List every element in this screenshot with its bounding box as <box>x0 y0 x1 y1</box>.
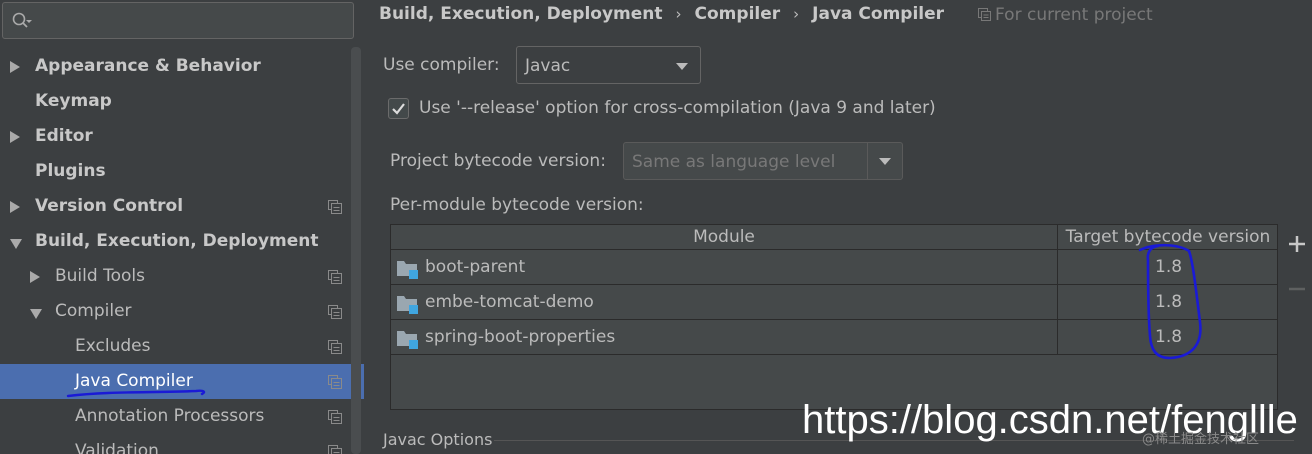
sidebar-item-validation[interactable]: Validation <box>0 434 364 454</box>
sidebar-item-label: Excludes <box>75 336 151 356</box>
expand-arrow-icon[interactable] <box>10 201 20 213</box>
project-scope-icon <box>978 8 991 21</box>
module-bytecode-table: Module Target bytecode version boot-pare… <box>390 224 1278 410</box>
watermark-caption: @稀土掘金技术社区 <box>1142 432 1260 447</box>
per-module-bytecode-label: Per-module bytecode version: <box>390 195 644 215</box>
project-scope-icon <box>328 445 342 454</box>
compiler-select[interactable]: Javac <box>516 46 701 84</box>
sidebar-item-editor[interactable]: Editor <box>0 119 364 154</box>
settings-sidebar: Appearance & Behavior Keymap Editor Plugins… <box>0 0 364 454</box>
use-compiler-label: Use compiler: <box>383 55 500 75</box>
sidebar-item-compiler[interactable]: Compiler <box>0 294 364 329</box>
sidebar-item-annotation-processors[interactable]: Annotation Processors <box>0 399 364 434</box>
sidebar-item-label: Java Compiler <box>75 371 193 391</box>
sidebar-item-label: Plugins <box>35 161 106 181</box>
add-icon[interactable] <box>1287 234 1307 254</box>
project-scope-icon <box>328 340 342 354</box>
sidebar-item-label: Version Control <box>35 196 184 216</box>
release-option-checkbox[interactable] <box>388 98 409 119</box>
settings-search-input[interactable] <box>2 2 354 39</box>
sidebar-item-build-execution-deployment[interactable]: Build, Execution, Deployment <box>0 224 364 259</box>
breadcrumb-item-build: Build, Execution, Deployment <box>379 4 663 24</box>
collapse-arrow-icon[interactable] <box>30 309 42 319</box>
module-name: boot-parent <box>425 257 526 277</box>
breadcrumb-item-compiler: Compiler <box>694 4 781 24</box>
target-version-value: 1.8 <box>1155 327 1183 347</box>
java-compiler-panel: Build, Execution, Deployment › Compiler › Ja… <box>366 0 1312 454</box>
javac-options-section-title: Javac Options <box>383 430 493 449</box>
breadcrumb: Build, Execution, Deployment › Compiler › Ja… <box>379 2 944 26</box>
module-folder-icon <box>397 261 418 279</box>
table-header: Module Target bytecode version <box>391 225 1277 250</box>
sidebar-item-plugins[interactable]: Plugins <box>0 154 364 189</box>
expand-arrow-icon[interactable] <box>10 131 20 143</box>
collapse-arrow-icon[interactable] <box>10 239 22 249</box>
module-cell[interactable]: spring-boot-properties <box>391 320 1058 355</box>
table-row[interactable]: spring-boot-properties 1.8 <box>391 320 1277 355</box>
sidebar-item-label: Validation <box>75 441 159 454</box>
sidebar-item-label: Editor <box>35 126 93 146</box>
sidebar-item-appearance-behavior[interactable]: Appearance & Behavior <box>0 49 364 84</box>
table-row[interactable]: embe-tomcat-demo 1.8 <box>391 285 1277 320</box>
module-name: embe-tomcat-demo <box>425 292 594 312</box>
sidebar-item-build-tools[interactable]: Build Tools <box>0 259 364 294</box>
project-scope-icon <box>328 375 342 389</box>
expand-arrow-icon[interactable] <box>30 271 40 283</box>
sidebar-item-keymap[interactable]: Keymap <box>0 84 364 119</box>
module-cell[interactable]: embe-tomcat-demo <box>391 285 1058 320</box>
target-version-cell[interactable]: 1.8 <box>1059 285 1277 320</box>
project-bytecode-placeholder: Same as language level <box>632 152 836 172</box>
project-scope-icon <box>328 410 342 424</box>
scope-note-label: For current project <box>995 5 1153 25</box>
remove-icon[interactable] <box>1287 279 1307 299</box>
chevron-down-icon <box>879 158 891 165</box>
checkmark-icon <box>392 103 405 115</box>
sidebar-item-version-control[interactable]: Version Control <box>0 189 364 224</box>
project-bytecode-select[interactable]: Same as language level <box>623 142 903 180</box>
scope-note: For current project <box>978 5 1153 25</box>
project-scope-icon <box>328 305 342 319</box>
project-scope-icon <box>328 270 342 284</box>
sidebar-item-label: Compiler <box>55 301 132 321</box>
target-version-cell[interactable]: 1.8 <box>1059 320 1277 355</box>
column-header-module[interactable]: Module <box>391 225 1058 250</box>
target-version-value: 1.8 <box>1155 257 1183 277</box>
sidebar-item-label: Keymap <box>35 91 112 111</box>
module-folder-icon <box>397 296 418 314</box>
search-icon <box>12 12 32 28</box>
target-version-cell[interactable]: 1.8 <box>1059 250 1277 285</box>
project-bytecode-label: Project bytecode version: <box>390 151 606 171</box>
expand-arrow-icon[interactable] <box>10 61 20 73</box>
target-version-value: 1.8 <box>1155 292 1183 312</box>
sidebar-item-label: Annotation Processors <box>75 406 265 426</box>
sidebar-item-excludes[interactable]: Excludes <box>0 329 364 364</box>
sidebar-item-java-compiler[interactable]: Java Compiler <box>0 364 364 399</box>
column-header-target-version[interactable]: Target bytecode version <box>1059 225 1277 250</box>
settings-tree: Appearance & Behavior Keymap Editor Plugins… <box>0 49 364 454</box>
sidebar-item-label: Appearance & Behavior <box>35 56 261 76</box>
chevron-down-icon <box>676 63 688 70</box>
release-option-label: Use '--release' option for cross-compila… <box>419 98 936 118</box>
module-cell[interactable]: boot-parent <box>391 250 1058 285</box>
breadcrumb-item-java-compiler: Java Compiler <box>812 4 945 24</box>
sidebar-item-label: Build, Execution, Deployment <box>35 231 319 251</box>
module-name: spring-boot-properties <box>425 327 616 347</box>
project-scope-icon <box>328 200 342 214</box>
sidebar-scrollbar[interactable] <box>351 47 361 454</box>
select-button-divider <box>867 143 868 179</box>
table-row[interactable]: boot-parent 1.8 <box>391 250 1277 285</box>
module-folder-icon <box>397 331 418 349</box>
compiler-select-value: Javac <box>525 56 571 76</box>
breadcrumb-separator: › <box>675 5 682 23</box>
sidebar-item-label: Build Tools <box>55 266 145 286</box>
breadcrumb-separator: › <box>793 5 800 23</box>
